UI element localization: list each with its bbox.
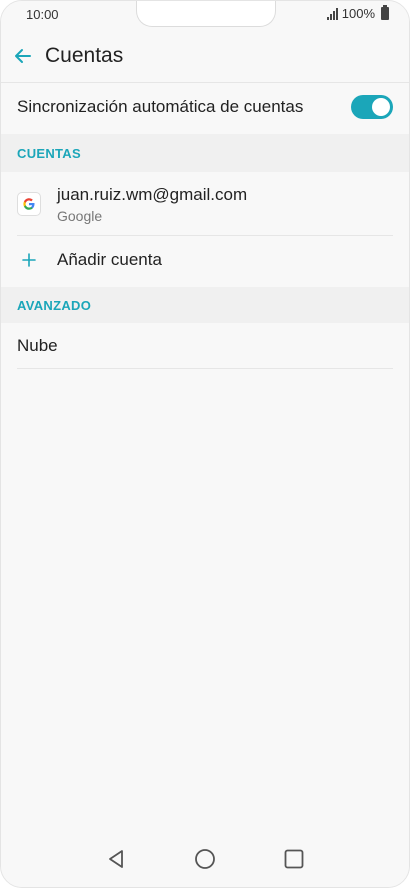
- back-button[interactable]: [1, 34, 45, 78]
- account-type: Google: [57, 207, 103, 224]
- triangle-back-icon: [108, 850, 123, 868]
- cloud-label: Nube: [17, 336, 58, 355]
- square-recents-icon: [284, 849, 304, 869]
- account-email: juan.ruiz.wm@gmail.com: [57, 184, 248, 204]
- divider: [17, 368, 393, 369]
- page-title: Cuentas: [45, 43, 124, 67]
- circle-home-icon: [195, 849, 215, 869]
- auto-sync-toggle[interactable]: [351, 95, 393, 119]
- navigation-bar: [1, 831, 409, 887]
- cloud-item[interactable]: Nube: [1, 323, 409, 369]
- account-text: juan.ruiz.wm@gmail.com Google: [57, 185, 247, 224]
- nav-home-button[interactable]: [191, 845, 219, 873]
- section-header-accounts: CUENTAS: [1, 134, 409, 172]
- add-account-item[interactable]: Añadir cuenta: [1, 236, 409, 284]
- status-bar: 10:00 100%: [1, 1, 409, 29]
- status-indicators: 100%: [326, 5, 389, 21]
- nav-back-button[interactable]: [102, 845, 130, 873]
- battery-percent: 100%: [341, 6, 375, 21]
- auto-sync-label: Sincronización automática de cuentas: [17, 97, 304, 116]
- plus-icon: [17, 248, 41, 272]
- app-bar: Cuentas: [1, 29, 409, 83]
- section-header-advanced: AVANZADO: [1, 287, 409, 323]
- account-item-google[interactable]: juan.ruiz.wm@gmail.com Google: [1, 172, 409, 236]
- arrow-left-icon: [15, 48, 31, 63]
- auto-sync-row[interactable]: Sincronización automática de cuentas: [1, 83, 409, 131]
- signal-icon: [326, 7, 338, 20]
- camera-notch: [136, 1, 276, 27]
- nav-recents-button[interactable]: [280, 845, 308, 873]
- toggle-knob: [372, 98, 390, 116]
- battery-icon: [381, 5, 389, 20]
- status-time: 10:00: [26, 7, 59, 22]
- add-account-label: Añadir cuenta: [57, 250, 162, 269]
- google-icon: [17, 192, 41, 216]
- phone-screen: 10:00 100% Cuentas Sincronización automá…: [0, 0, 410, 888]
